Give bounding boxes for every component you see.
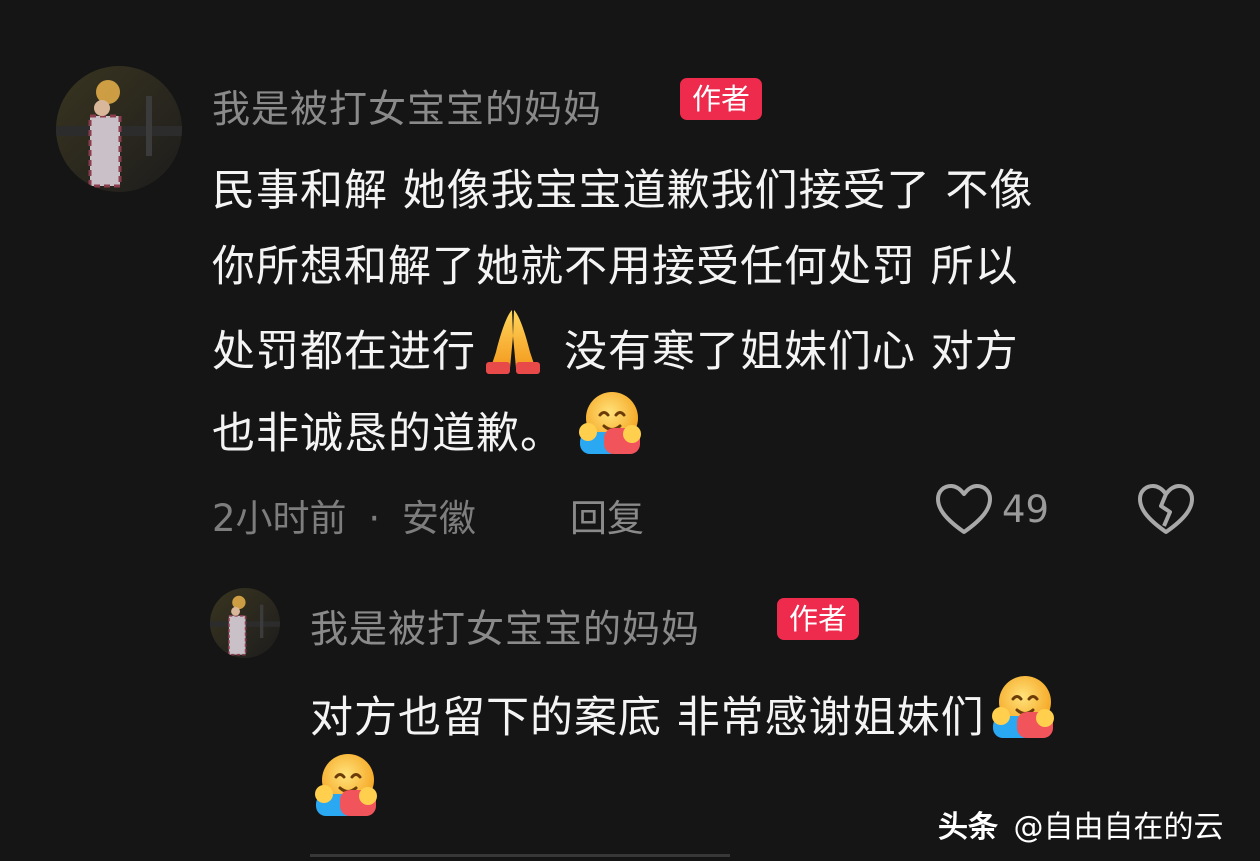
- author-badge: 作者: [680, 78, 763, 120]
- dislike-button[interactable]: [1136, 482, 1196, 542]
- heart-icon: [936, 484, 992, 534]
- watermark: 头条 @自由自在的云: [938, 802, 1224, 846]
- reply-text-line-2: [310, 750, 382, 821]
- like-button[interactable]: [934, 482, 994, 542]
- reply-text-line: 对方也留下的案底 非常感谢姐妹们: [310, 672, 1059, 745]
- comment-meta: 2小时前 · 安徽: [212, 488, 476, 542]
- comment-location: 安徽: [401, 497, 476, 540]
- comment-text-line: 民事和解 她像我宝宝道歉我们接受了 不像: [212, 166, 1034, 216]
- folded-hands-icon: [478, 306, 548, 376]
- cut-off-meta-row: [310, 846, 1190, 861]
- comment-text-segment: 也非诚恳的道歉。: [212, 409, 564, 459]
- reply-username[interactable]: 我是被打女宝宝的妈妈: [310, 598, 700, 653]
- hugging-face-icon: [574, 388, 644, 458]
- comment-text-segment: 处罚都在进行: [212, 327, 476, 377]
- broken-heart-icon: [1138, 484, 1194, 534]
- reply-text-segment: 对方也留下的案底 非常感谢姐妹们: [310, 693, 985, 743]
- comment-text-segment: 没有寒了姐妹们心 对方: [564, 327, 1019, 377]
- comment-text-line: 你所想和解了她就不用接受任何处罚 所以: [212, 242, 1019, 292]
- reply-author-badge: 作者: [777, 598, 860, 640]
- avatar[interactable]: [56, 66, 182, 192]
- watermark-handle: @自由自在的云: [1013, 810, 1224, 845]
- comment-time: 2小时前: [212, 497, 347, 540]
- hugging-face-icon: [310, 750, 380, 820]
- like-count: 49: [1002, 488, 1050, 531]
- comment-username[interactable]: 我是被打女宝宝的妈妈: [212, 78, 602, 133]
- comment-text-line-4: 也非诚恳的道歉。: [212, 388, 646, 461]
- reply-avatar[interactable]: [210, 588, 280, 658]
- watermark-brand: 头条: [938, 810, 998, 845]
- comment-text-line-3: 处罚都在进行 没有寒了姐妹们心 对方: [212, 306, 1019, 379]
- reply-button[interactable]: 回复: [570, 488, 644, 542]
- hugging-face-icon: [987, 672, 1057, 742]
- meta-separator: ·: [368, 497, 381, 540]
